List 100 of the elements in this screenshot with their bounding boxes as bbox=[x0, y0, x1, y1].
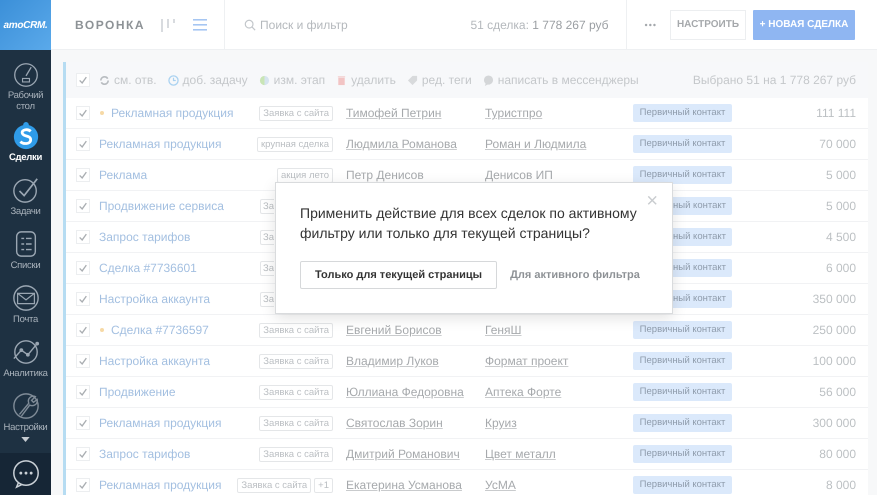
trash-icon bbox=[336, 74, 348, 86]
contact-link[interactable]: Тимофей Петрин bbox=[346, 106, 442, 120]
current-page-button[interactable]: Только для текущей страницы bbox=[300, 261, 498, 289]
deal-link[interactable]: Реклама bbox=[99, 168, 148, 182]
select-all-checkbox[interactable] bbox=[76, 73, 90, 87]
table-cell-text: 300 000 bbox=[812, 416, 856, 430]
checkmark-icon bbox=[78, 232, 88, 242]
contact-link[interactable]: Людмила Романова bbox=[346, 137, 457, 151]
deal-link[interactable]: Настройка аккаунта bbox=[99, 354, 210, 368]
deals-summary: 51 сделка: 1 778 267 руб bbox=[470, 18, 609, 32]
row-checkbox[interactable] bbox=[76, 168, 90, 182]
page-title: ВОРОНКА bbox=[75, 18, 146, 32]
deal-link[interactable]: Сделка #7736597 bbox=[111, 323, 209, 337]
tag: Заявка с сайта bbox=[259, 416, 333, 430]
deal-link[interactable]: Рекламная продукция bbox=[111, 106, 234, 120]
sidebar-item[interactable]: Списки bbox=[0, 220, 51, 274]
contact-link[interactable]: Юллиана Федоровна bbox=[346, 385, 464, 399]
status-label: Первичный контакт bbox=[633, 321, 732, 339]
company-link[interactable]: Цвет металл bbox=[485, 447, 556, 461]
contact-link[interactable]: Екатерина Усманова bbox=[346, 478, 462, 492]
sidebar-item[interactable]: Рабочий стол bbox=[0, 50, 51, 112]
company-link[interactable]: Туристпро bbox=[485, 106, 542, 120]
deal-link[interactable]: Рекламная продукция bbox=[99, 416, 222, 430]
company-link[interactable]: Формат проект bbox=[485, 354, 568, 368]
status-label: Первичный контакт bbox=[633, 135, 732, 153]
table-cell-text: 350 000 bbox=[812, 292, 856, 306]
active-filter-link[interactable]: Для активного фильтра bbox=[510, 269, 640, 281]
contact-link[interactable]: Дмитрий Романович bbox=[346, 447, 460, 461]
status-label: Первичный контакт bbox=[633, 166, 732, 184]
tag: Заявка с сайта bbox=[259, 106, 333, 120]
chat-icon bbox=[482, 74, 494, 86]
row-checkbox[interactable] bbox=[76, 230, 90, 244]
refresh-icon bbox=[99, 74, 110, 86]
contact-link[interactable]: Святослав Зорин bbox=[346, 416, 443, 430]
configure-button[interactable]: НАСТРОИТЬ bbox=[670, 10, 746, 40]
deal-link[interactable]: Запрос тарифов bbox=[99, 230, 190, 244]
status-label: ный контакт bbox=[672, 228, 732, 246]
table-cell-text: 5 000 bbox=[824, 199, 856, 213]
table-cell-text: 111 111 bbox=[815, 106, 856, 120]
chat-icon[interactable] bbox=[10, 459, 40, 489]
sidebar-item[interactable]: Аналитика bbox=[0, 328, 51, 382]
deal-link[interactable]: Продвижение bbox=[99, 385, 176, 399]
more-button[interactable]: ••• bbox=[636, 20, 665, 30]
company-link[interactable]: УсМА bbox=[485, 478, 516, 492]
contact-link[interactable]: Петр Денисов bbox=[346, 168, 424, 182]
caret-icon[interactable] bbox=[21, 437, 30, 442]
status-label: Первичный контакт bbox=[633, 414, 732, 432]
table-cell-text: 8 000 bbox=[824, 478, 856, 492]
close-button[interactable]: × bbox=[646, 191, 658, 211]
table-cell-text: 70 000 bbox=[818, 137, 856, 151]
tag: Заявка с сайта bbox=[259, 322, 333, 338]
company-link[interactable]: Аптека Форте bbox=[485, 385, 562, 399]
table-cell-text: 80 000 bbox=[818, 447, 856, 461]
row-checkbox[interactable] bbox=[76, 323, 90, 337]
row-checkbox[interactable] bbox=[76, 478, 90, 492]
row-checkbox[interactable] bbox=[76, 447, 90, 461]
contact-link[interactable]: Владимир Луков bbox=[346, 354, 439, 368]
sidebar-item[interactable]: Сделки bbox=[0, 112, 51, 166]
deal-link[interactable]: Рекламная продукция bbox=[99, 478, 222, 492]
new-deal-button[interactable]: + НОВАЯ СДЕЛКА bbox=[753, 10, 855, 40]
row-checkbox[interactable] bbox=[76, 261, 90, 275]
checkmark-icon bbox=[78, 139, 88, 149]
stage-icon bbox=[258, 74, 270, 86]
row-checkbox[interactable] bbox=[76, 385, 90, 399]
company-link[interactable]: Круиз bbox=[485, 416, 517, 430]
sidebar-item[interactable]: Настройки bbox=[0, 382, 51, 436]
row-checkbox[interactable] bbox=[76, 292, 90, 306]
kanban-icon[interactable] bbox=[159, 16, 178, 32]
sidebar-item[interactable]: Почта bbox=[0, 274, 51, 328]
company-link[interactable]: Денисов ИП bbox=[485, 168, 553, 182]
envelope-icon bbox=[12, 284, 40, 312]
list-icon[interactable] bbox=[191, 16, 210, 32]
row-checkbox[interactable] bbox=[76, 416, 90, 430]
tag-icon bbox=[406, 74, 418, 86]
deal-link[interactable]: Рекламная продукция bbox=[99, 137, 222, 151]
checkmark-icon bbox=[78, 201, 88, 211]
deal-link[interactable]: Сделка #7736601 bbox=[99, 261, 197, 275]
row-checkbox[interactable] bbox=[76, 199, 90, 213]
tag: Заявка с сайта bbox=[259, 354, 333, 368]
status-label: ный контакт bbox=[672, 197, 732, 215]
sidebar-item[interactable]: Задачи bbox=[0, 166, 51, 220]
deal-link[interactable]: Продвижение сервиса bbox=[99, 199, 224, 213]
row-checkbox[interactable] bbox=[76, 137, 90, 151]
logo[interactable]: amoCRM. bbox=[0, 0, 51, 50]
row-checkbox[interactable] bbox=[76, 106, 90, 120]
status-label: Первичный контакт bbox=[633, 104, 732, 122]
tag: За bbox=[260, 230, 274, 244]
row-checkbox[interactable] bbox=[76, 354, 90, 368]
dialog-message: Применить действие для всех сделок по активному фильтру или только для текущей страницы? bbox=[300, 204, 638, 243]
status-label: ный контакт bbox=[672, 290, 732, 308]
status-label: ный контакт bbox=[672, 259, 732, 277]
company-link[interactable]: ГеняШ bbox=[485, 323, 522, 337]
company-link[interactable]: Роман и Людмила bbox=[485, 137, 586, 151]
checkmark-icon bbox=[12, 176, 40, 204]
deal-link[interactable]: Настройка аккаунта bbox=[99, 292, 210, 306]
status-label: Первичный контакт bbox=[633, 445, 732, 463]
deal-link[interactable]: Запрос тарифов bbox=[99, 447, 190, 461]
speedometer-icon bbox=[12, 62, 40, 88]
contact-link[interactable]: Евгений Борисов bbox=[346, 323, 442, 337]
status-label: Первичный контакт bbox=[633, 352, 732, 370]
